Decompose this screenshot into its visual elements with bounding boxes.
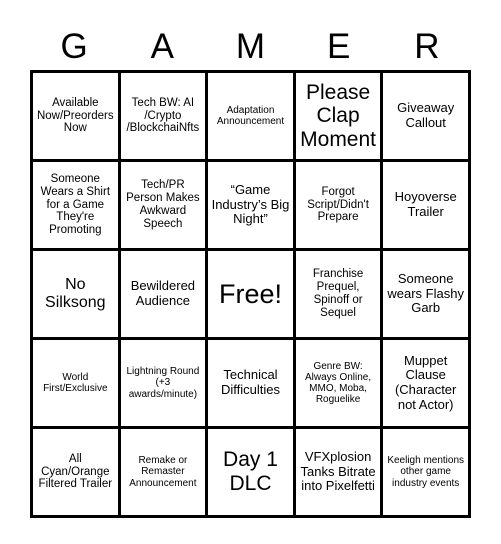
bingo-cell[interactable]: Lightning Round (+3 awards/minute) — [120, 340, 209, 429]
bingo-row: All Cyan/Orange Filtered Trailer Remake … — [33, 429, 471, 518]
bingo-cell[interactable]: Please Clap Moment — [295, 73, 384, 162]
bingo-cell-label: Please Clap Moment — [300, 80, 376, 151]
bingo-cell[interactable]: Genre BW: Always Online, MMO, Moba, Rogu… — [295, 340, 384, 429]
bingo-cell[interactable]: Tech BW: AI /Crypto /BlockchaiNfts — [120, 73, 209, 162]
bingo-cell-label: Free! — [218, 278, 282, 309]
bingo-cell-label: Franchise Prequel, Spinoff or Sequel — [312, 268, 364, 319]
bingo-cell-label: Bewildered Audience — [130, 278, 196, 308]
bingo-cell-label: Day 1 DLC — [223, 448, 278, 495]
bingo-cell[interactable]: Adaptation Announcement — [208, 73, 296, 162]
bingo-cell[interactable]: Keeligh mentions other game industry eve… — [383, 429, 471, 518]
bingo-cell-label: Genre BW: Always Online, MMO, Moba, Rogu… — [305, 360, 372, 406]
bingo-row: Available Now/Preorders Now Tech BW: AI … — [33, 73, 471, 162]
bingo-cell[interactable]: Franchise Prequel, Spinoff or Sequel — [295, 251, 384, 340]
bingo-cell[interactable]: VFXplosion Tanks Bitrate into Pixelfetti — [295, 429, 384, 518]
bingo-cell-label: Available Now/Preorders Now — [36, 96, 114, 135]
bingo-cell-label: Keeligh mentions other game industry eve… — [387, 455, 465, 489]
bingo-card: G A M E R Available Now/Preorders Now Te… — [30, 22, 471, 518]
bingo-cell[interactable]: Someone Wears a Shirt for a Game They're… — [33, 162, 121, 251]
bingo-cell-label: Tech/PR Person Makes Awkward Speech — [126, 179, 200, 230]
bingo-cell-label: Someone wears Flashy Garb — [387, 271, 464, 316]
bingo-cell-label: VFXplosion Tanks Bitrate into Pixelfetti — [300, 449, 376, 494]
bingo-row: Someone Wears a Shirt for a Game They're… — [33, 162, 471, 251]
bingo-cell-label: Forgot Script/Didn't Prepare — [307, 185, 369, 224]
bingo-cell[interactable]: Remake or Remaster Announcement — [120, 429, 209, 518]
bingo-cell[interactable]: All Cyan/Orange Filtered Trailer — [33, 429, 121, 518]
bingo-cell-label: No Silksong — [45, 276, 106, 311]
header-letter-1: A — [150, 26, 174, 66]
header-letter-2: M — [235, 26, 266, 66]
bingo-cell[interactable]: Someone wears Flashy Garb — [383, 251, 471, 340]
bingo-cell-label: Remake or Remaster Announcement — [129, 455, 197, 489]
bingo-row: No Silksong Bewildered Audience Free! Fr… — [33, 251, 471, 340]
bingo-cell-label: Tech BW: AI /Crypto /BlockchaiNfts — [126, 96, 200, 135]
bingo-cell[interactable]: Hoyoverse Trailer — [383, 162, 471, 251]
bingo-header: G A M E R — [30, 22, 471, 70]
bingo-cell-label: Muppet Clause (Character not Actor) — [394, 352, 457, 412]
bingo-cell-label: Adaptation Announcement — [216, 104, 285, 127]
bingo-cell[interactable]: No Silksong — [33, 251, 121, 340]
bingo-cell-label: “Game Industry’s Big Night” — [211, 182, 290, 227]
bingo-cell-label: All Cyan/Orange Filtered Trailer — [38, 452, 113, 491]
bingo-cell[interactable]: Muppet Clause (Character not Actor) — [383, 340, 471, 429]
bingo-cell[interactable]: World First/Exclusive — [33, 340, 121, 429]
bingo-cell[interactable]: “Game Industry’s Big Night” — [208, 162, 296, 251]
bingo-cell-label: World First/Exclusive — [43, 371, 108, 394]
bingo-cell[interactable]: Day 1 DLC — [208, 429, 296, 518]
bingo-cell[interactable]: Bewildered Audience — [120, 251, 209, 340]
bingo-cell-label: Giveaway Callout — [397, 100, 455, 130]
bingo-cell[interactable]: Giveaway Callout — [383, 73, 471, 162]
bingo-cell-label: Someone Wears a Shirt for a Game They're… — [40, 172, 111, 237]
bingo-cell[interactable]: Forgot Script/Didn't Prepare — [295, 162, 384, 251]
bingo-cell-label: Hoyoverse Trailer — [394, 189, 457, 219]
bingo-cell-label: Lightning Round (+3 awards/minute) — [126, 366, 200, 400]
bingo-cell-free[interactable]: Free! — [208, 251, 296, 340]
header-letter-0: G — [60, 26, 88, 66]
bingo-row: World First/Exclusive Lightning Round (+… — [33, 340, 471, 429]
bingo-grid: Available Now/Preorders Now Tech BW: AI … — [30, 70, 471, 518]
bingo-cell[interactable]: Technical Difficulties — [208, 340, 296, 429]
header-letter-4: R — [414, 26, 440, 66]
bingo-cell[interactable]: Tech/PR Person Makes Awkward Speech — [120, 162, 209, 251]
bingo-cell[interactable]: Available Now/Preorders Now — [33, 73, 121, 162]
header-letter-3: E — [327, 26, 351, 66]
bingo-cell-label: Technical Difficulties — [220, 367, 280, 397]
